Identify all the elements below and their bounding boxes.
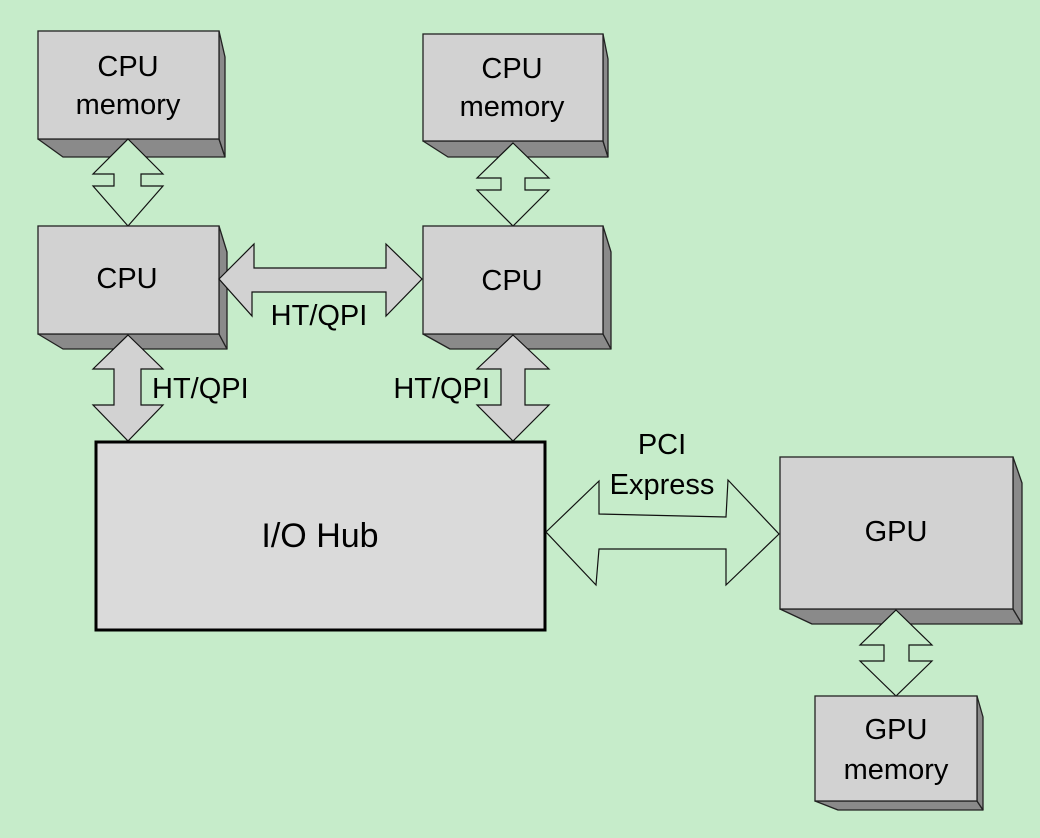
cpu-memory-left-label-line1: CPU (97, 51, 158, 83)
box-shadow-side (218, 30, 226, 158)
cpu-memory-left-label-line2: memory (76, 89, 181, 121)
cpu-left-label: CPU (96, 263, 157, 295)
cpu-left-to-hub-link-label: HT/QPI (152, 373, 249, 405)
box-shadow-side (602, 225, 612, 350)
cpu-left-box: CPU (37, 225, 228, 350)
gpu-box: GPU (779, 456, 1023, 625)
gpu-memory-box: GPU memory (814, 695, 984, 811)
box-shadow-bottom (814, 800, 984, 811)
cpu-right-label: CPU (481, 265, 542, 297)
cpu-memory-right-box: CPU memory (422, 33, 609, 158)
gpu-memory-label-line2: memory (844, 754, 949, 786)
hub-to-gpu-link-label-line1: PCI (638, 429, 686, 461)
box-face (422, 33, 604, 142)
cpu-to-cpu-link-label: HT/QPI (271, 300, 368, 332)
cpu-memory-right-label-line2: memory (460, 91, 565, 123)
io-hub-box: I/O Hub (94, 440, 547, 632)
box-shadow-side (602, 33, 609, 158)
box-face (37, 30, 220, 140)
box-shadow-side (1012, 456, 1023, 625)
cpu-right-box: CPU (422, 225, 612, 350)
architecture-diagram: CPU memory CPU memory CPU CPU HT/QPI HT/… (37, 30, 1023, 811)
gpu-memory-label-line1: GPU (865, 714, 928, 746)
box-shadow-side (976, 695, 984, 811)
hub-to-gpu-link-label-line2: Express (610, 469, 715, 501)
cpu-right-to-hub-link-label: HT/QPI (393, 373, 490, 405)
cpu-memory-right-label-line1: CPU (481, 53, 542, 85)
io-hub-label: I/O Hub (261, 517, 378, 555)
cpu-memory-left-box: CPU memory (37, 30, 226, 158)
gpu-label: GPU (865, 516, 928, 548)
